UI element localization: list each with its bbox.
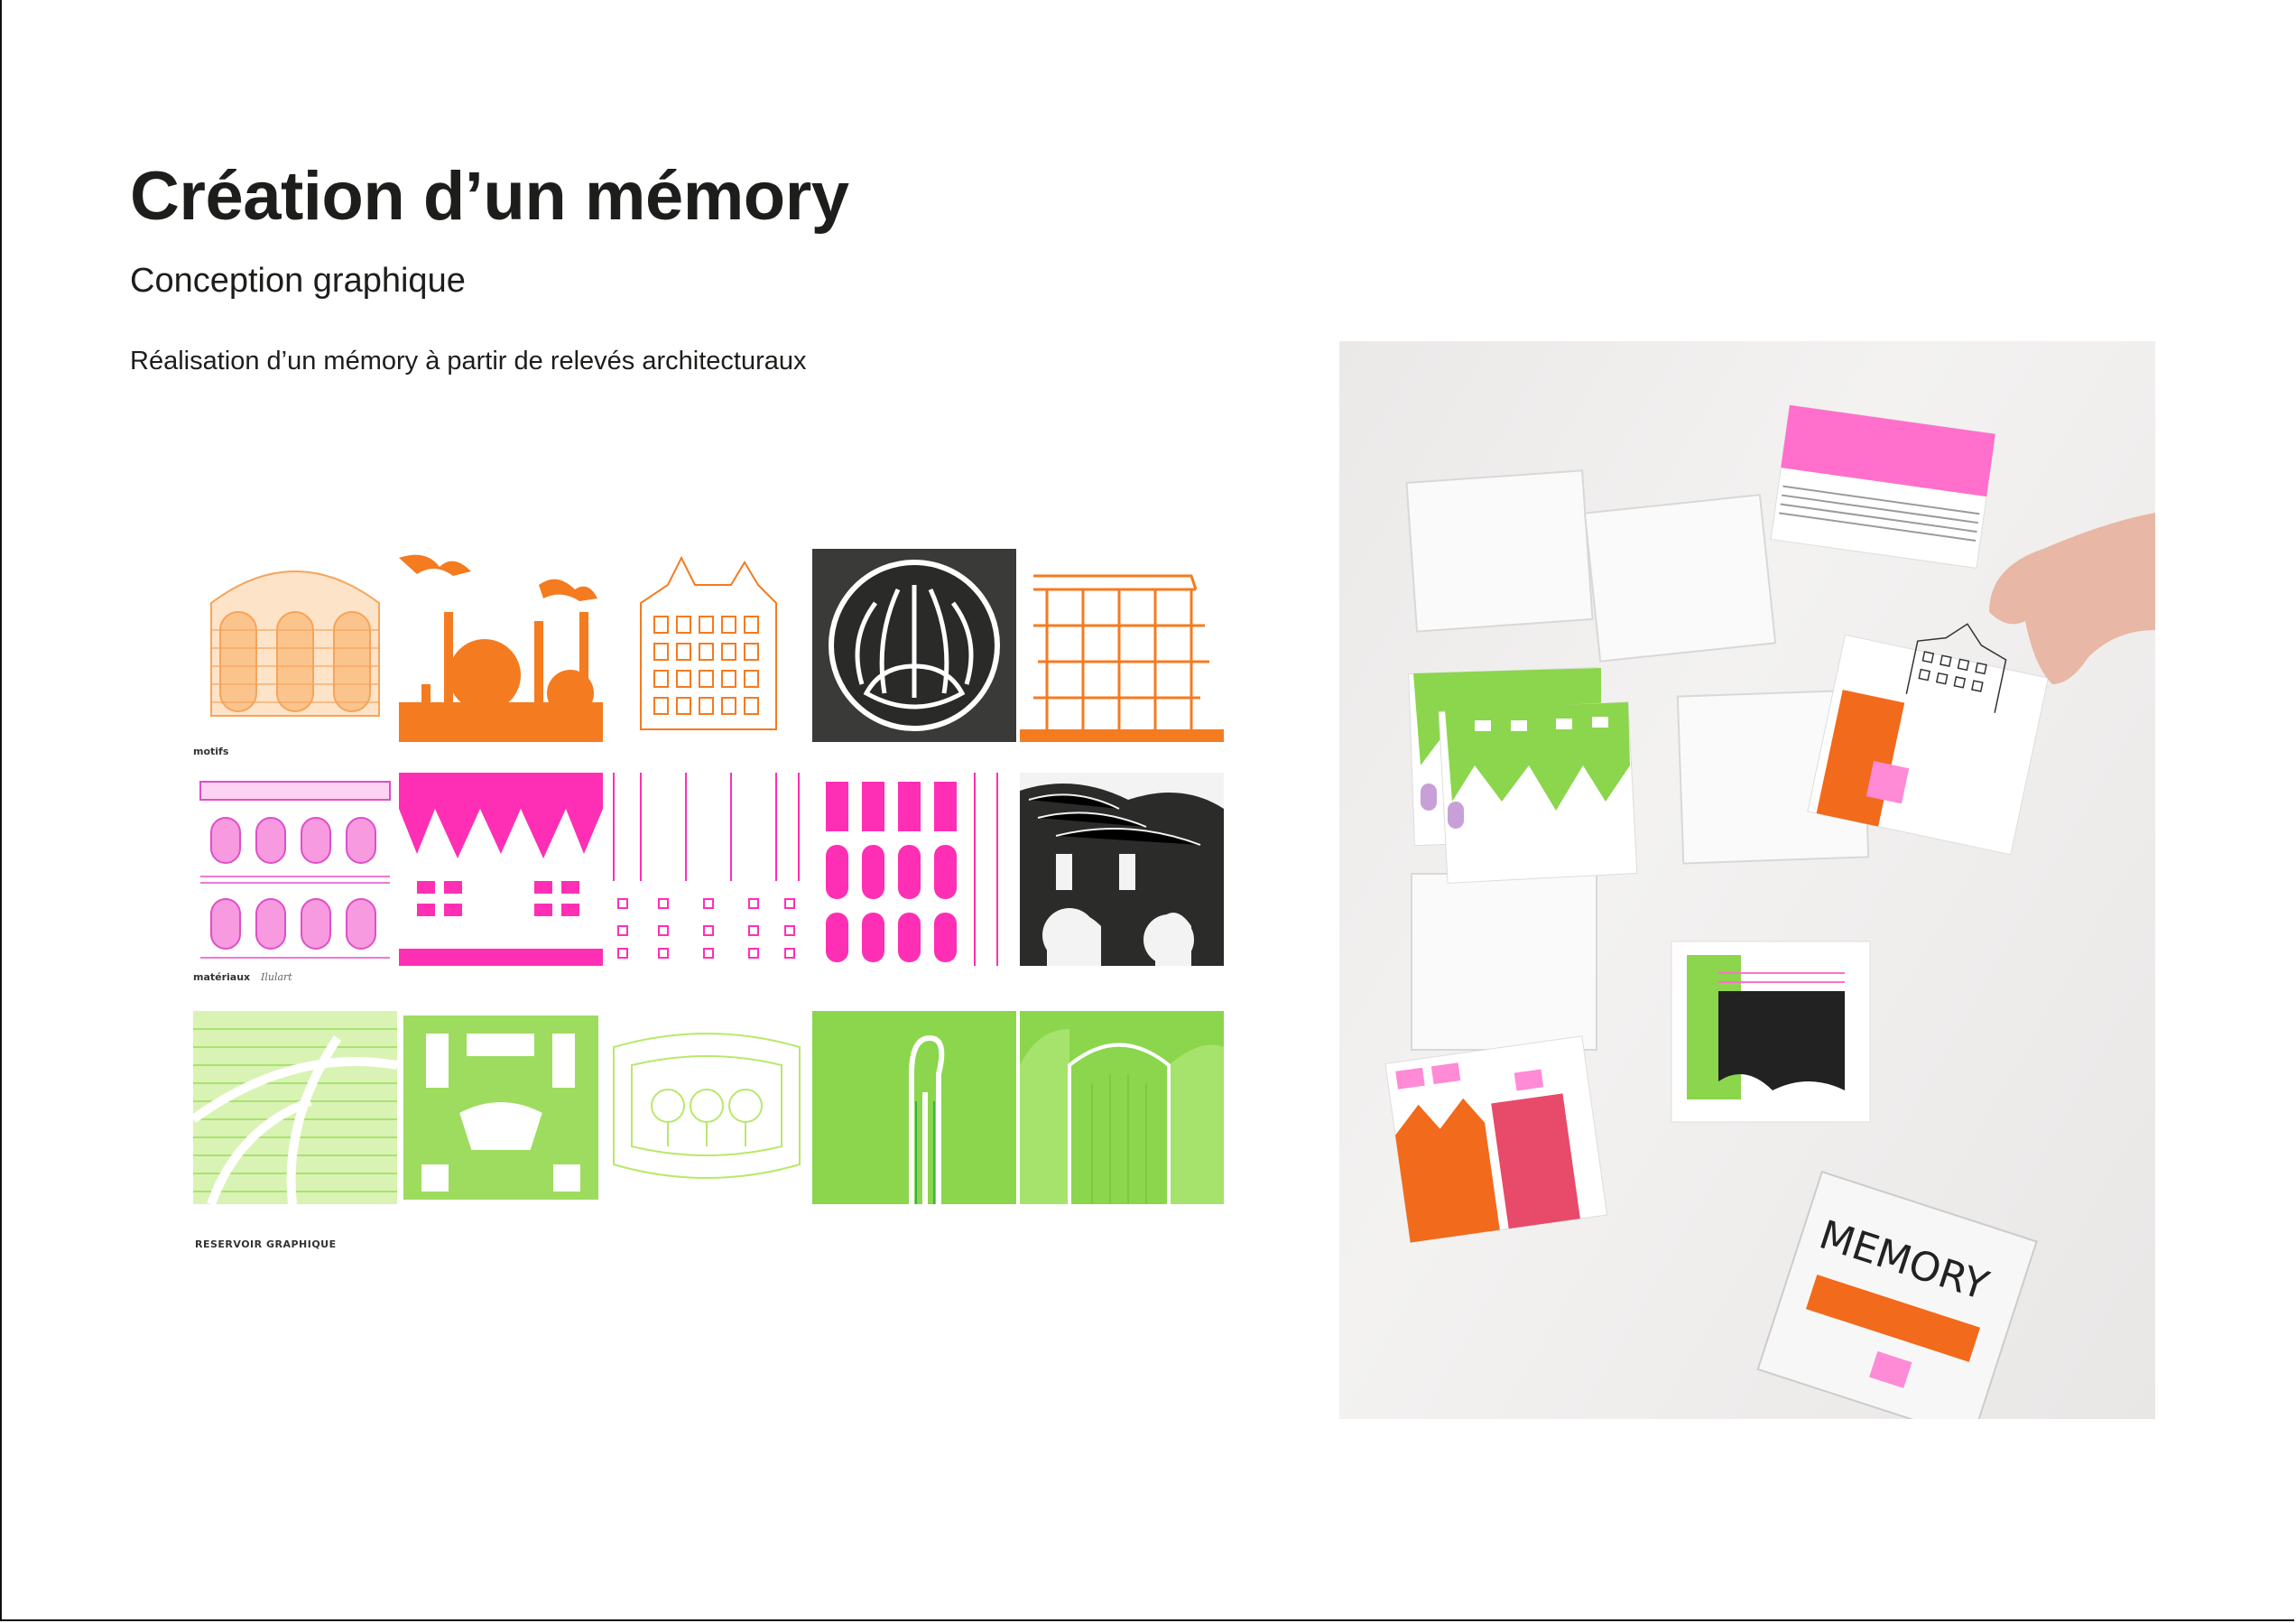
page-subtitle: Conception graphique: [130, 262, 466, 300]
row-label-materiaux-text: matériaux: [193, 971, 251, 983]
tile-orange-factory: [399, 549, 603, 742]
tile-pink-arcade: [193, 773, 397, 966]
tile-green-columns: [812, 1011, 1016, 1204]
pink-arcade-drawing: [199, 781, 391, 959]
tile-black-chimneys: [1020, 773, 1224, 966]
pink-windows-drawing: [826, 773, 998, 966]
project-description: Réalisation d’un mémory à partir de rele…: [130, 347, 807, 376]
black-shell-print: [829, 560, 1000, 731]
handwritten-note: Ilulart: [261, 971, 292, 983]
photo-scene: MEMORY: [1384, 404, 2155, 1419]
tile-orange-arches: [193, 549, 397, 742]
green-dome-drawing: [193, 1011, 397, 1204]
green-frame-drawing: [403, 1016, 598, 1200]
orange-arches-drawing: [210, 570, 380, 717]
memory-game-photo: MEMORY: [1339, 341, 2155, 1419]
green-columns-drawing: [909, 1034, 945, 1204]
tile-orange-facade: [605, 549, 809, 742]
tile-green-ornament: [605, 1011, 809, 1204]
green-ornament-drawing: [613, 1033, 801, 1179]
tile-pink-sawtooth: [399, 773, 603, 966]
pink-sawtooth-drawing: [399, 773, 603, 966]
pink-grid-drawing: [613, 773, 800, 959]
tile-orange-balconies: [1020, 549, 1224, 742]
tile-green-frame: [399, 1011, 603, 1204]
orange-balconies-drawing: [1020, 574, 1224, 742]
tile-green-arch: [1020, 1011, 1224, 1204]
green-arch-drawing: [1020, 1011, 1224, 1204]
orange-factory-drawing: [399, 554, 603, 742]
graphic-reservoir-board: motifs matériaux Ilulart RESERVOIR GRAPH…: [190, 542, 1227, 1264]
row-label-materiaux: matériaux Ilulart: [193, 971, 292, 983]
memory-box: MEMORY: [1756, 1170, 2038, 1419]
orange-facade-drawing: [640, 555, 777, 730]
tile-pink-windows: [812, 773, 1016, 966]
page-title: Création d’un mémory: [130, 158, 849, 235]
black-chimneys-print: [1020, 773, 1224, 966]
tile-pink-grid: [605, 773, 809, 966]
row-label-motifs: motifs: [193, 746, 229, 757]
tile-black-shell: [812, 549, 1016, 742]
board-caption: RESERVOIR GRAPHIQUE: [195, 1238, 337, 1250]
tile-green-dome: [193, 1011, 397, 1204]
